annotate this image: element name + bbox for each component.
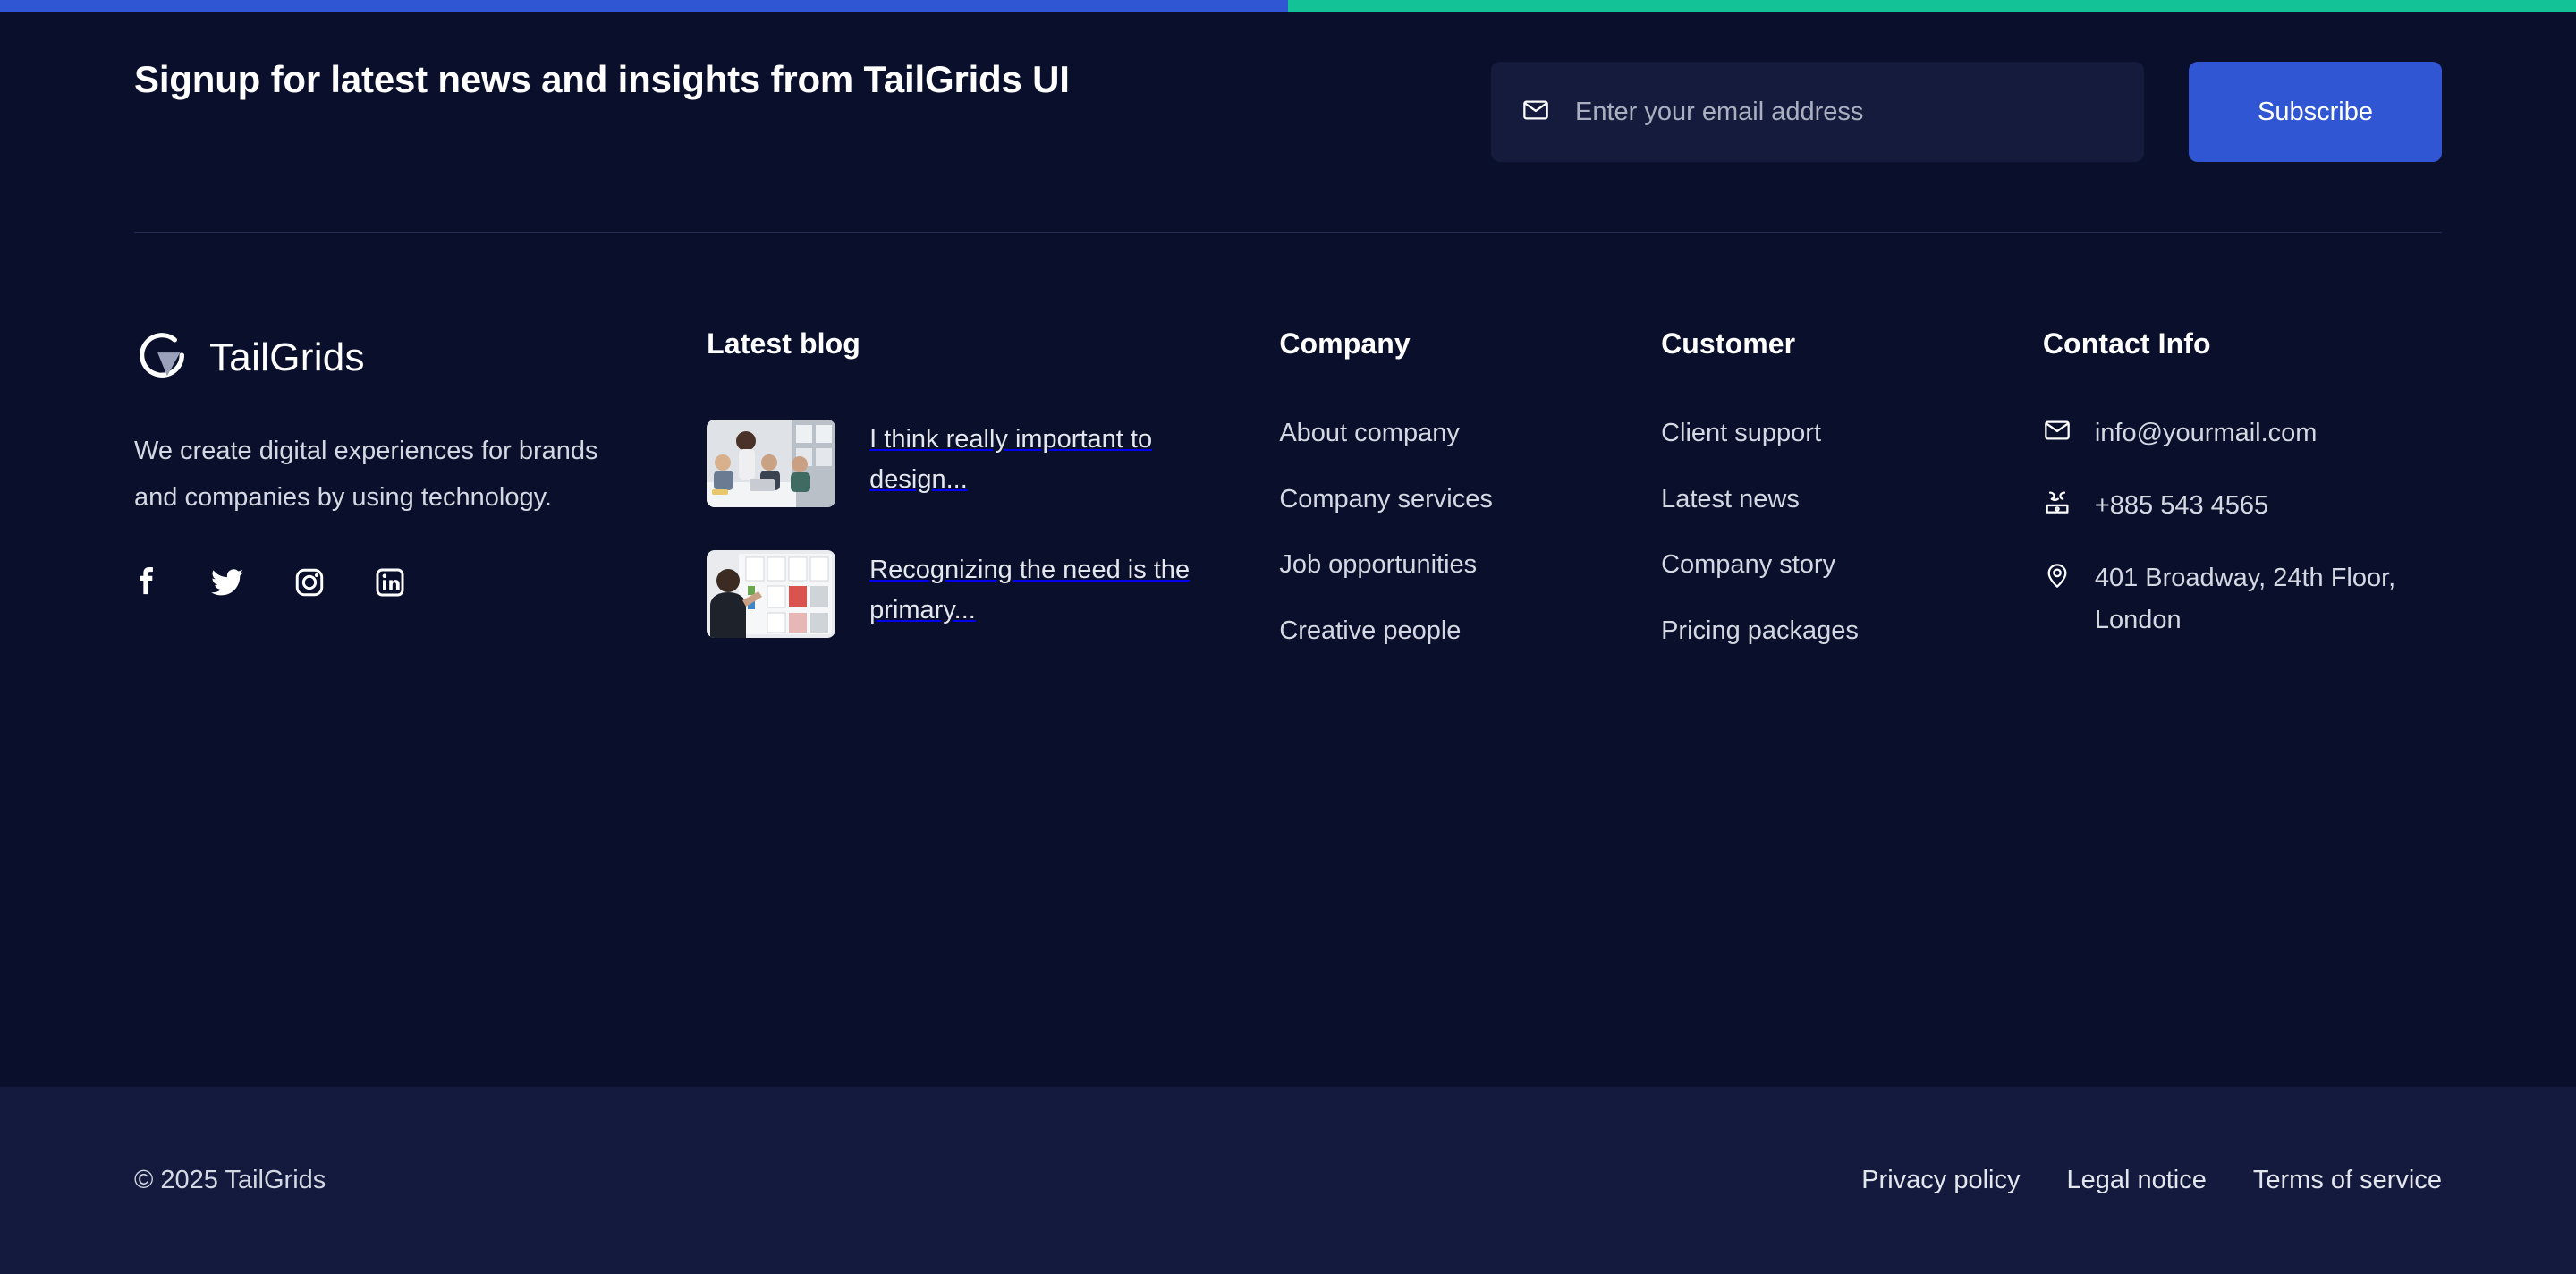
company-link-about-company[interactable]: About company: [1279, 414, 1661, 454]
social-link-linkedin[interactable]: [376, 568, 404, 597]
company-link-job-opportunities[interactable]: Job opportunities: [1279, 546, 1661, 585]
social-link-instagram[interactable]: [295, 568, 324, 597]
legal-links: Privacy policy Legal notice Terms of ser…: [1861, 1166, 2442, 1195]
blog-thumbnail-team-meeting: [707, 420, 836, 507]
linkedin-icon: [376, 568, 404, 600]
latest-blog-column: Latest blog I think really important to …: [707, 327, 1279, 650]
envelope-icon: [1521, 96, 1550, 129]
company-column: Company About company Company services J…: [1279, 327, 1661, 650]
company-link-list: About company Company services Job oppor…: [1279, 414, 1661, 650]
social-link-twitter[interactable]: [211, 568, 243, 597]
contact-email-text: info@yourmail.com: [2094, 419, 2318, 447]
company-title: Company: [1279, 327, 1411, 360]
company-link-creative-people[interactable]: Creative people: [1279, 612, 1661, 651]
blog-item-title: I think really important to design...: [869, 425, 1153, 494]
customer-link-company-story[interactable]: Company story: [1661, 546, 2043, 585]
contact-phone-text: +885 543 4565: [2094, 490, 2269, 520]
telephone-icon: [2043, 488, 2072, 522]
social-link-facebook[interactable]: [134, 567, 159, 598]
contact-item-address[interactable]: 401 Broadway, 24th Floor, London: [2043, 557, 2442, 641]
footer-columns: TailGrids We create digital experiences …: [0, 233, 2576, 650]
newsletter-form: Subscribe: [1491, 55, 2442, 162]
company-link-company-services[interactable]: Company services: [1279, 480, 1661, 520]
email-field-wrapper[interactable]: [1491, 62, 2144, 162]
top-accent-blue-segment: [0, 0, 1288, 12]
latest-blog-title: Latest blog: [707, 327, 860, 360]
tailgrids-g-logo-icon: [134, 327, 190, 387]
blog-item-title: Recognizing the need is the primary...: [869, 556, 1191, 624]
contact-item-phone[interactable]: +885 543 4565: [2043, 485, 2442, 527]
social-links: [134, 567, 707, 598]
legal-link-terms-of-service[interactable]: Terms of service: [2253, 1166, 2442, 1195]
footer-bottom-bar: © 2025 TailGrids Privacy policy Legal no…: [0, 1087, 2576, 1274]
top-accent-bar: [0, 0, 2576, 12]
location-pin-icon: [2043, 561, 2072, 594]
signup-section: Signup for latest news and insights from…: [0, 12, 2576, 162]
contact-item-email[interactable]: info@yourmail.com: [2043, 412, 2442, 454]
brand-logo[interactable]: TailGrids: [134, 327, 707, 387]
customer-title: Customer: [1661, 327, 1796, 360]
contact-address-text: 401 Broadway, 24th Floor, London: [2094, 563, 2396, 634]
legal-link-legal-notice[interactable]: Legal notice: [2066, 1166, 2206, 1195]
blog-list-item[interactable]: Recognizing the need is the primary...: [707, 550, 1279, 638]
customer-link-latest-news[interactable]: Latest news: [1661, 480, 2043, 520]
facebook-icon: [134, 567, 159, 601]
brand-name: TailGrids: [209, 335, 365, 379]
customer-column: Customer Client support Latest news Comp…: [1661, 327, 2043, 650]
contact-info-title: Contact Info: [2042, 327, 2211, 360]
blog-list: I think really important to design... Re…: [707, 420, 1279, 638]
contact-info-column: Contact Info info@yourmail.com +885 543 …: [2043, 327, 2442, 650]
legal-link-privacy-policy[interactable]: Privacy policy: [1861, 1166, 2020, 1195]
brand-column: TailGrids We create digital experiences …: [134, 327, 707, 650]
subscribe-button[interactable]: Subscribe: [2189, 62, 2442, 162]
customer-link-client-support[interactable]: Client support: [1661, 414, 2043, 454]
top-accent-green-segment: [1288, 0, 2576, 12]
copyright-text: © 2025 TailGrids: [134, 1166, 326, 1194]
envelope-icon: [2043, 416, 2072, 449]
brand-description: We create digital experiences for brands…: [134, 437, 598, 512]
blog-thumbnail-whiteboard: [707, 550, 836, 638]
customer-link-pricing-packages[interactable]: Pricing packages: [1661, 612, 2043, 651]
email-input[interactable]: [1575, 97, 2114, 127]
twitter-icon: [211, 569, 243, 600]
footer-page: Signup for latest news and insights from…: [0, 0, 2576, 1274]
blog-list-item[interactable]: I think really important to design...: [707, 420, 1279, 507]
instagram-icon: [295, 569, 324, 600]
customer-link-list: Client support Latest news Company story…: [1661, 414, 2043, 650]
signup-heading: Signup for latest news and insights from…: [134, 58, 1070, 100]
contact-list: info@yourmail.com +885 543 4565 401 Broa…: [2043, 412, 2442, 641]
